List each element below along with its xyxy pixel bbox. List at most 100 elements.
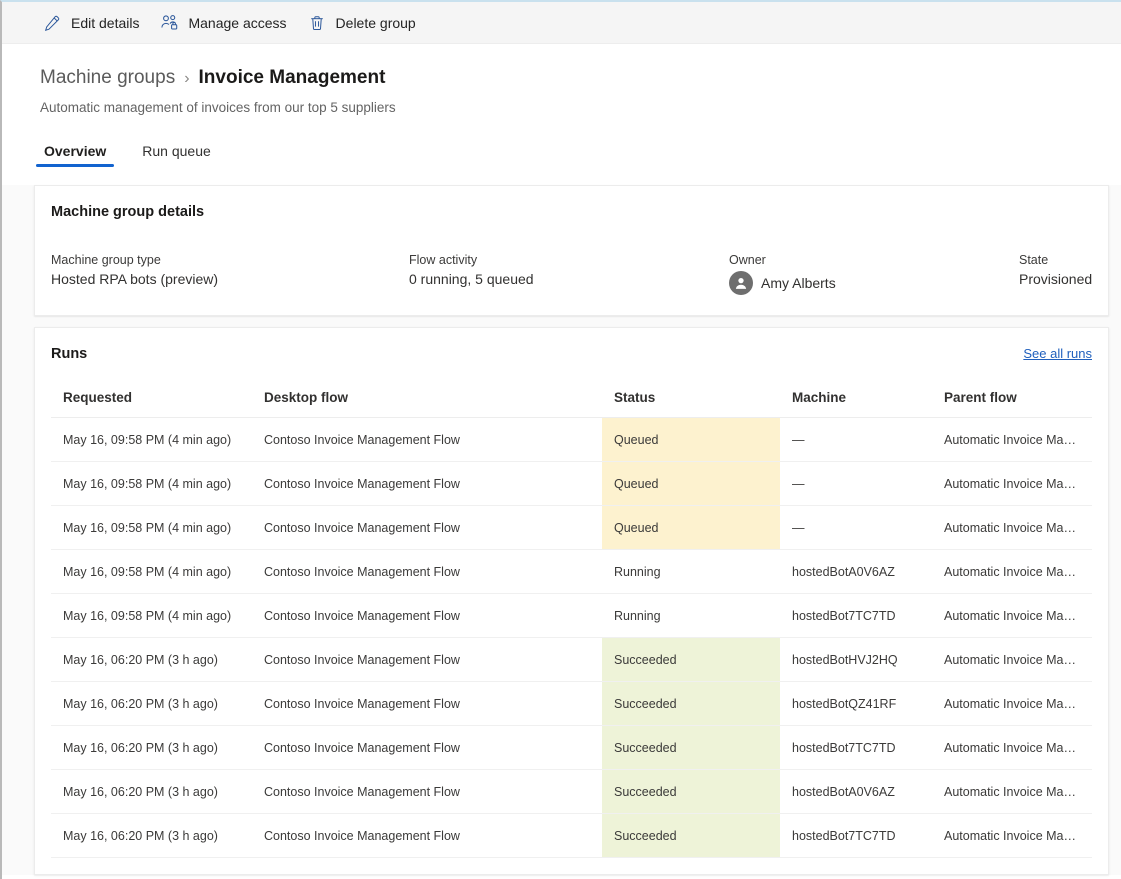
cell-machine: hostedBotQZ41RF (780, 682, 932, 726)
cell-parent-flow: Automatic Invoice Manage... (932, 418, 1092, 462)
cell-desktop-flow: Contoso Invoice Management Flow (252, 594, 602, 638)
delete-group-button[interactable]: Delete group (305, 2, 426, 44)
cell-machine: hostedBotHVJ2HQ (780, 638, 932, 682)
tab-overview-label: Overview (44, 143, 106, 159)
cell-requested: May 16, 09:58 PM (4 min ago) (51, 506, 252, 550)
cell-parent-flow: Automatic Invoice Manage... (932, 770, 1092, 814)
column-header-status[interactable]: Status (602, 384, 780, 418)
detail-label: Owner (729, 253, 1019, 267)
runs-table-body: May 16, 09:58 PM (4 min ago)Contoso Invo… (51, 418, 1092, 858)
tab-run-queue[interactable]: Run queue (138, 143, 215, 167)
table-row[interactable]: May 16, 09:58 PM (4 min ago)Contoso Invo… (51, 418, 1092, 462)
cell-status: Succeeded (602, 682, 780, 726)
tab-run-queue-label: Run queue (142, 143, 211, 159)
cell-desktop-flow: Contoso Invoice Management Flow (252, 638, 602, 682)
table-row[interactable]: May 16, 06:20 PM (3 h ago)Contoso Invoic… (51, 770, 1092, 814)
detail-label: State (1019, 253, 1092, 267)
cell-parent-flow: Automatic Invoice Manage... (932, 682, 1092, 726)
breadcrumb: Machine groups › Invoice Management (40, 66, 1121, 91)
cell-status: Queued (602, 506, 780, 550)
table-row[interactable]: May 16, 09:58 PM (4 min ago)Contoso Invo… (51, 594, 1092, 638)
cell-desktop-flow: Contoso Invoice Management Flow (252, 770, 602, 814)
owner-name: Amy Alberts (761, 275, 836, 291)
details-card-title: Machine group details (51, 204, 1092, 220)
cell-parent-flow: Automatic Invoice Manage... (932, 462, 1092, 506)
page-content: Machine groups › Invoice Management Auto… (2, 44, 1121, 879)
cell-machine: — (780, 418, 932, 462)
cell-machine: hostedBot7TC7TD (780, 594, 932, 638)
cell-parent-flow: Automatic Invoice Manage... (932, 594, 1092, 638)
edit-details-button[interactable]: Edit details (40, 2, 149, 44)
cell-parent-flow: Automatic Invoice Manage... (932, 638, 1092, 682)
page-subtitle: Automatic management of invoices from ou… (40, 100, 1121, 115)
app-root: Edit details Manage access (0, 0, 1121, 879)
cell-machine: — (780, 506, 932, 550)
runs-table-header: Requested Desktop flow Status Machine Pa… (51, 384, 1092, 418)
cell-parent-flow: Automatic Invoice Manage... (932, 506, 1092, 550)
cell-status: Succeeded (602, 638, 780, 682)
manage-access-button[interactable]: Manage access (157, 2, 296, 44)
detail-owner-value: Amy Alberts (729, 271, 1019, 295)
cell-requested: May 16, 06:20 PM (3 h ago) (51, 682, 252, 726)
table-row[interactable]: May 16, 09:58 PM (4 min ago)Contoso Invo… (51, 462, 1092, 506)
tab-overview[interactable]: Overview (40, 143, 110, 167)
cell-parent-flow: Automatic Invoice Manage... (932, 726, 1092, 770)
detail-label: Machine group type (51, 253, 409, 267)
cell-requested: May 16, 06:20 PM (3 h ago) (51, 770, 252, 814)
cell-desktop-flow: Contoso Invoice Management Flow (252, 506, 602, 550)
edit-details-label: Edit details (71, 15, 139, 31)
column-header-machine[interactable]: Machine (780, 384, 932, 418)
cell-requested: May 16, 09:58 PM (4 min ago) (51, 418, 252, 462)
detail-state: State Provisioned (1019, 253, 1092, 295)
cell-requested: May 16, 06:20 PM (3 h ago) (51, 814, 252, 858)
table-header-row: Requested Desktop flow Status Machine Pa… (51, 384, 1092, 418)
runs-card-title: Runs (51, 346, 87, 362)
delete-group-label: Delete group (336, 15, 416, 31)
cell-requested: May 16, 09:58 PM (4 min ago) (51, 594, 252, 638)
detail-label: Flow activity (409, 253, 729, 267)
detail-machine-group-type: Machine group type Hosted RPA bots (prev… (51, 253, 409, 295)
pencil-icon (42, 13, 62, 33)
cell-requested: May 16, 09:58 PM (4 min ago) (51, 462, 252, 506)
cell-status: Running (602, 594, 780, 638)
table-row[interactable]: May 16, 09:58 PM (4 min ago)Contoso Invo… (51, 506, 1092, 550)
detail-value: Hosted RPA bots (preview) (51, 271, 409, 287)
breadcrumb-parent-link[interactable]: Machine groups (40, 66, 175, 90)
column-header-requested[interactable]: Requested (51, 384, 252, 418)
detail-value: 0 running, 5 queued (409, 271, 729, 287)
cell-status: Succeeded (602, 814, 780, 858)
cell-requested: May 16, 09:58 PM (4 min ago) (51, 550, 252, 594)
see-all-runs-link[interactable]: See all runs (1023, 346, 1092, 361)
cell-desktop-flow: Contoso Invoice Management Flow (252, 682, 602, 726)
trash-icon (307, 13, 327, 33)
cell-requested: May 16, 06:20 PM (3 h ago) (51, 638, 252, 682)
cell-parent-flow: Automatic Invoice Manage... (932, 814, 1092, 858)
detail-owner: Owner Amy Alberts (729, 253, 1019, 295)
table-row[interactable]: May 16, 06:20 PM (3 h ago)Contoso Invoic… (51, 638, 1092, 682)
runs-table: Requested Desktop flow Status Machine Pa… (51, 384, 1092, 858)
page-header: Machine groups › Invoice Management Auto… (2, 44, 1121, 115)
cell-status: Queued (602, 462, 780, 506)
cell-desktop-flow: Contoso Invoice Management Flow (252, 462, 602, 506)
cell-status: Succeeded (602, 726, 780, 770)
runs-card-header: Runs See all runs (51, 346, 1092, 362)
cards-region: Machine group details Machine group type… (2, 185, 1121, 875)
cell-machine: hostedBot7TC7TD (780, 814, 932, 858)
table-row[interactable]: May 16, 06:20 PM (3 h ago)Contoso Invoic… (51, 682, 1092, 726)
detail-flow-activity: Flow activity 0 running, 5 queued (409, 253, 729, 295)
cell-requested: May 16, 06:20 PM (3 h ago) (51, 726, 252, 770)
command-bar: Edit details Manage access (2, 2, 1121, 44)
column-header-desktop-flow[interactable]: Desktop flow (252, 384, 602, 418)
manage-access-icon (159, 13, 179, 33)
cell-parent-flow: Automatic Invoice Manage... (932, 550, 1092, 594)
column-header-parent-flow[interactable]: Parent flow (932, 384, 1092, 418)
cell-machine: — (780, 462, 932, 506)
cell-machine: hostedBotA0V6AZ (780, 550, 932, 594)
manage-access-label: Manage access (188, 15, 286, 31)
cell-status: Succeeded (602, 770, 780, 814)
page-title: Invoice Management (199, 66, 386, 90)
tab-list: Overview Run queue (2, 135, 1121, 168)
table-row[interactable]: May 16, 09:58 PM (4 min ago)Contoso Invo… (51, 550, 1092, 594)
table-row[interactable]: May 16, 06:20 PM (3 h ago)Contoso Invoic… (51, 814, 1092, 858)
table-row[interactable]: May 16, 06:20 PM (3 h ago)Contoso Invoic… (51, 726, 1092, 770)
